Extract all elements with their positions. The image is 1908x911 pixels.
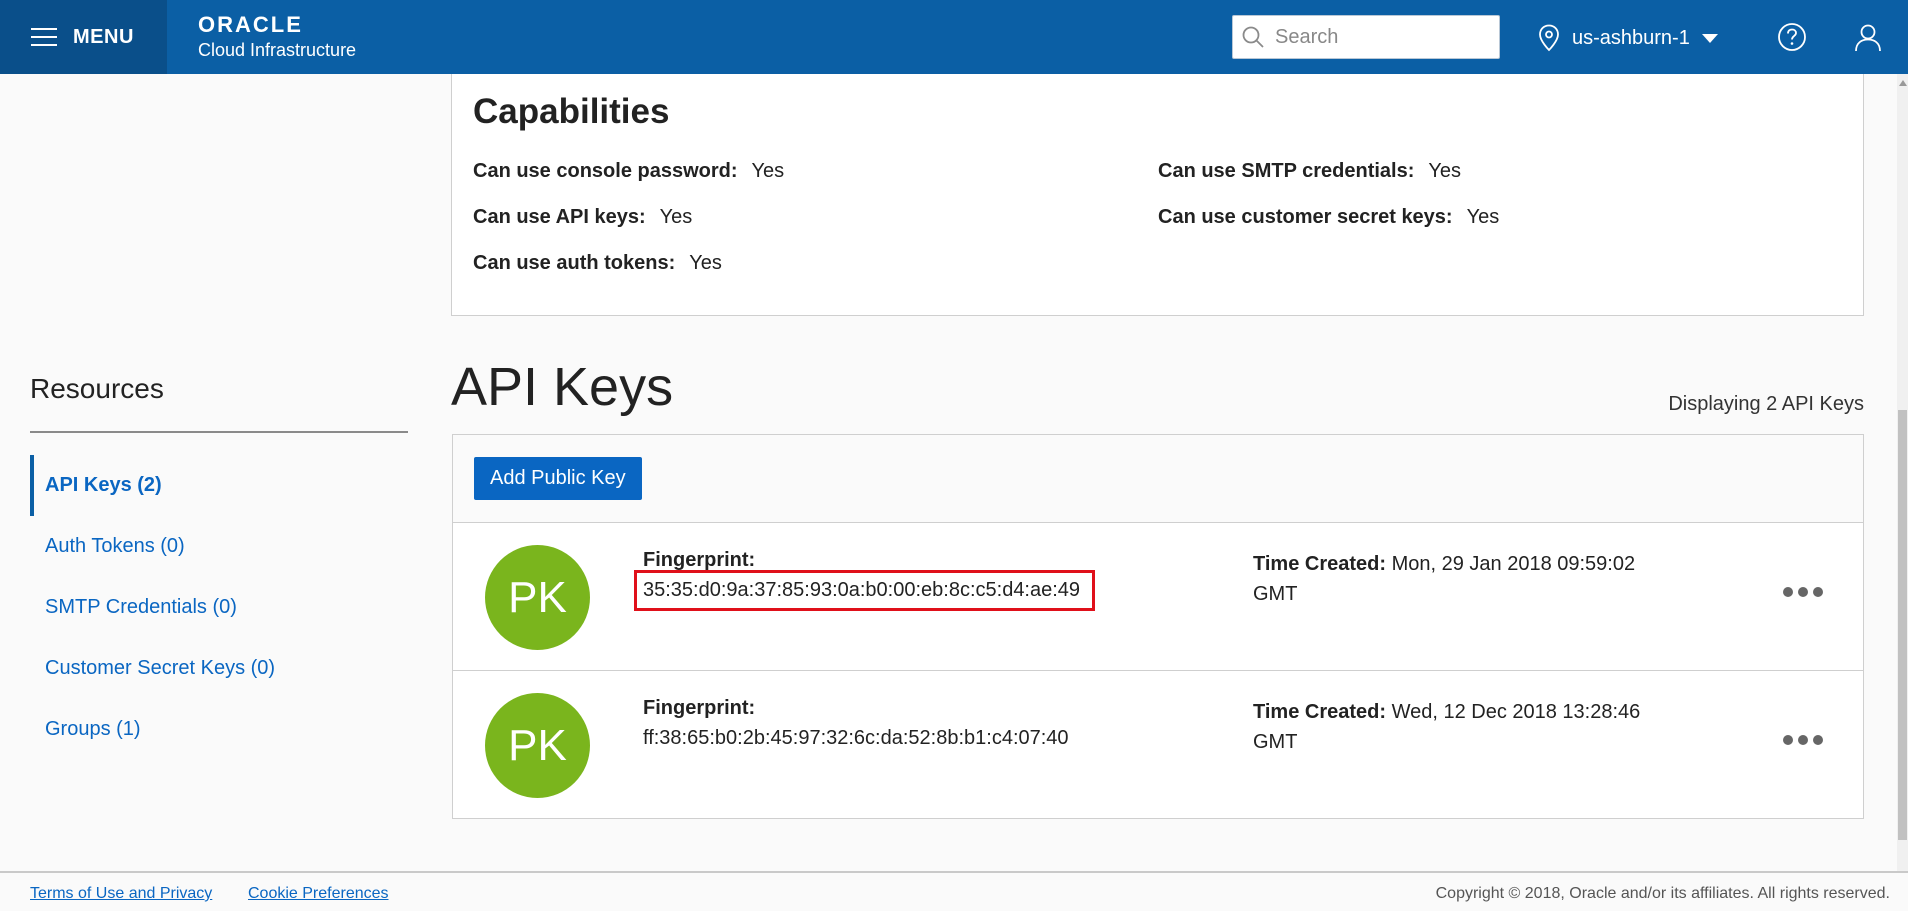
- hamburger-icon: [31, 28, 57, 46]
- time-created: Time Created: Wed, 12 Dec 2018 13:28:46 …: [1253, 697, 1673, 757]
- fingerprint-value-highlighted: 35:35:d0:9a:37:85:93:0a:b0:00:eb:8c:c5:d…: [633, 570, 1096, 611]
- menu-button[interactable]: MENU: [0, 0, 167, 74]
- time-created-label: Time Created:: [1253, 701, 1387, 723]
- fingerprint-value: ff:38:65:b0:2b:45:97:32:6c:da:52:8b:b1:c…: [643, 727, 1069, 749]
- cookie-preferences-link[interactable]: Cookie Preferences: [248, 885, 389, 903]
- terms-link[interactable]: Terms of Use and Privacy: [30, 885, 212, 903]
- capability-label: Can use auth tokens:: [473, 252, 676, 274]
- capability-api-keys: Can use API keys: Yes: [473, 206, 692, 229]
- capability-console-password: Can use console password: Yes: [473, 160, 784, 183]
- capabilities-panel: Capabilities Can use console password: Ye…: [451, 74, 1864, 316]
- time-created-label: Time Created:: [1253, 553, 1387, 575]
- region-label: us-ashburn-1: [1572, 26, 1690, 49]
- api-keys-toolbar: Add Public Key: [453, 435, 1863, 523]
- api-key-row: PK Fingerprint: 35:35:d0:9a:37:85:93:0a:…: [453, 523, 1863, 671]
- api-key-row: PK Fingerprint: ff:38:65:b0:2b:45:97:32:…: [453, 671, 1863, 819]
- menu-label: MENU: [73, 25, 134, 48]
- resource-link-customer-secret-keys[interactable]: Customer Secret Keys (0): [30, 638, 408, 699]
- oracle-logo[interactable]: ORACLE Cloud Infrastructure: [198, 14, 356, 62]
- resource-link-smtp-credentials[interactable]: SMTP Credentials (0): [30, 577, 408, 638]
- capability-smtp-credentials: Can use SMTP credentials: Yes: [1158, 160, 1461, 183]
- capability-value: Yes: [689, 252, 722, 274]
- resource-link-auth-tokens[interactable]: Auth Tokens (0): [30, 516, 408, 577]
- resources-title: Resources: [30, 373, 164, 404]
- scrollbar-thumb[interactable]: [1898, 410, 1907, 840]
- search-icon: [1242, 26, 1264, 48]
- capability-label: Can use customer secret keys:: [1158, 206, 1453, 228]
- key-avatar: PK: [485, 545, 590, 650]
- page-footer: Terms of Use and Privacy Cookie Preferen…: [0, 871, 1908, 911]
- time-created: Time Created: Mon, 29 Jan 2018 09:59:02 …: [1253, 549, 1673, 609]
- search-input[interactable]: [1275, 25, 1485, 49]
- api-keys-title: API Keys: [451, 357, 674, 417]
- region-selector[interactable]: us-ashburn-1: [1538, 20, 1718, 56]
- resource-link-groups[interactable]: Groups (1): [30, 699, 408, 760]
- fingerprint-label: Fingerprint:: [643, 697, 756, 719]
- resources-nav: API Keys (2) Auth Tokens (0) SMTP Creden…: [30, 455, 408, 760]
- api-keys-table: Add Public Key PK Fingerprint: 35:35:d0:…: [452, 434, 1864, 819]
- user-profile-icon[interactable]: [1853, 22, 1883, 52]
- api-keys-count: Displaying 2 API Keys: [1668, 393, 1864, 415]
- brand-name: ORACLE: [198, 12, 303, 37]
- row-actions-menu-icon[interactable]: [1783, 735, 1823, 747]
- capability-value: Yes: [659, 206, 693, 228]
- capability-label: Can use API keys:: [473, 206, 646, 228]
- capability-customer-secret-keys: Can use customer secret keys: Yes: [1158, 206, 1499, 229]
- help-icon[interactable]: [1777, 22, 1807, 52]
- capability-label: Can use SMTP credentials:: [1158, 160, 1415, 182]
- capability-value: Yes: [751, 160, 785, 182]
- fingerprint-label: Fingerprint:: [643, 549, 756, 571]
- capability-value: Yes: [1428, 160, 1462, 182]
- capability-label: Can use console password:: [473, 160, 738, 182]
- location-pin-icon: [1539, 24, 1559, 52]
- top-navigation-bar: MENU ORACLE Cloud Infrastructure us-ashb…: [0, 0, 1908, 74]
- copyright-text: Copyright © 2018, Oracle and/or its affi…: [1435, 885, 1890, 902]
- capability-auth-tokens: Can use auth tokens: Yes: [473, 252, 722, 275]
- brand-product: Cloud Infrastructure: [198, 40, 357, 60]
- chevron-down-icon: [1701, 33, 1718, 43]
- add-public-key-button[interactable]: Add Public Key: [474, 457, 642, 500]
- capabilities-title: Capabilities: [473, 92, 670, 131]
- scroll-up-arrow-icon[interactable]: [1899, 80, 1907, 86]
- resource-link-api-keys[interactable]: API Keys (2): [30, 455, 408, 516]
- resources-divider: [30, 431, 408, 433]
- capability-value: Yes: [1466, 206, 1500, 228]
- row-actions-menu-icon[interactable]: [1783, 587, 1823, 599]
- key-avatar: PK: [485, 693, 590, 798]
- search-box[interactable]: [1232, 15, 1500, 59]
